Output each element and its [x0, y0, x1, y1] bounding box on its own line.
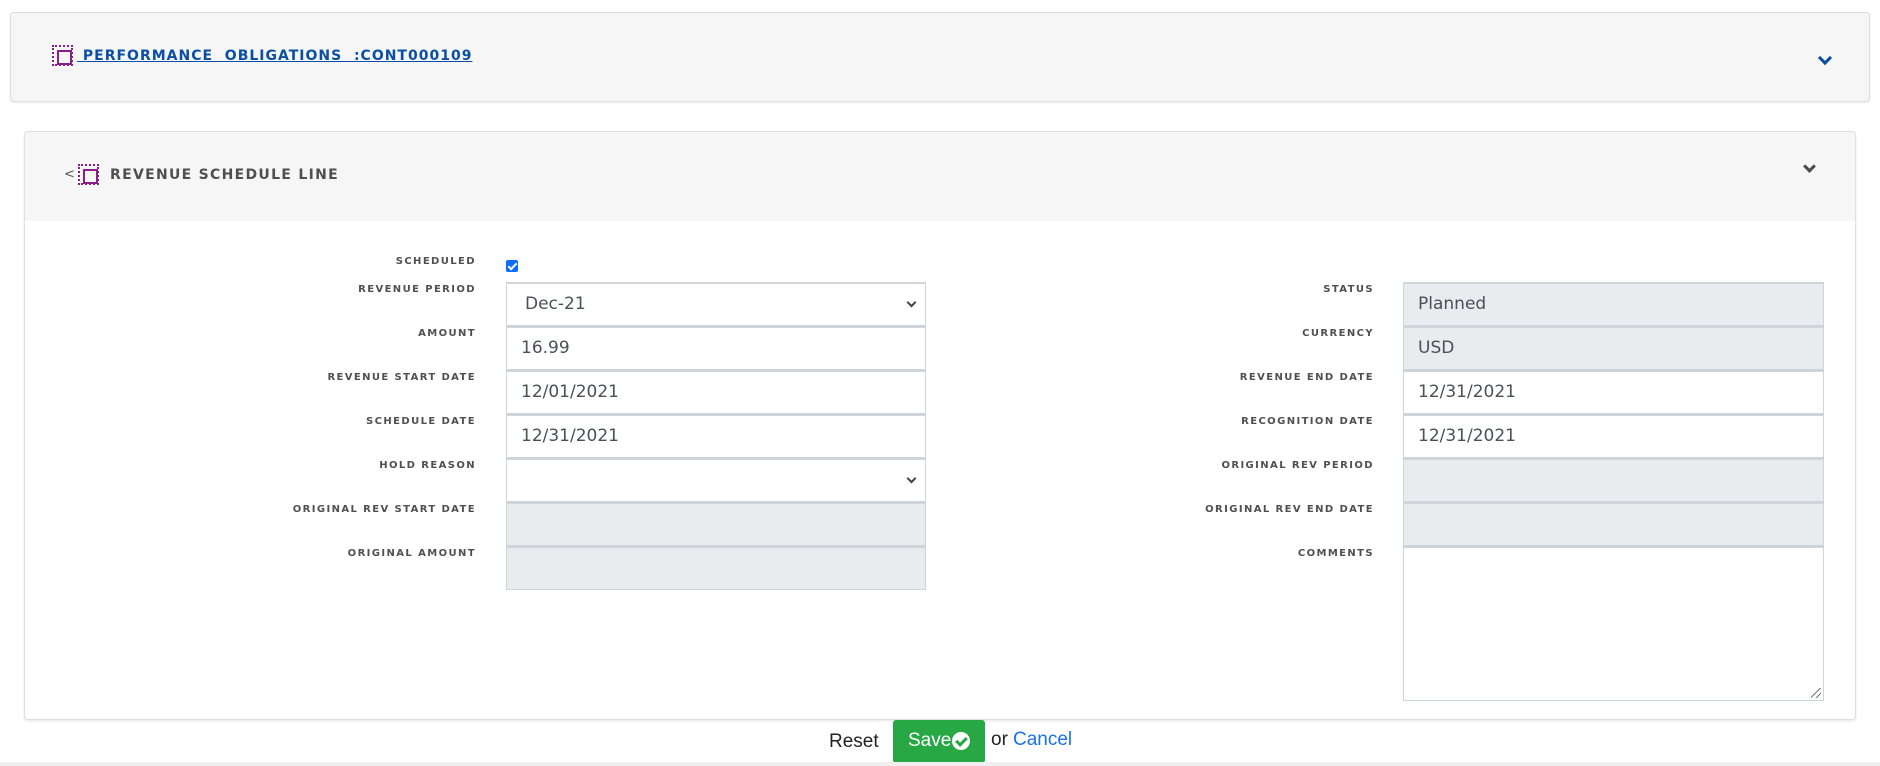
chevron-down-icon — [906, 473, 917, 484]
hold-reason-label: HOLD REASON — [379, 460, 476, 471]
original-rev-end-date-input — [1403, 502, 1824, 546]
or-text: or — [991, 729, 1008, 750]
original-amount-label: ORIGINAL AMOUNT — [347, 548, 476, 559]
resize-grip-icon[interactable] — [1811, 688, 1821, 698]
schedule-date-input[interactable]: 12/31/2021 — [506, 414, 926, 458]
hold-reason-select[interactable] — [506, 458, 926, 502]
original-rev-start-date-input — [506, 502, 926, 546]
revenue-period-select[interactable]: Dec-21 — [506, 282, 926, 326]
amount-label: AMOUNT — [418, 328, 476, 339]
original-rev-start-date-label: ORIGINAL REV START DATE — [292, 504, 476, 515]
original-rev-period-label: ORIGINAL REV PERIOD — [1221, 460, 1374, 471]
comments-label: COMMENTS — [1297, 548, 1374, 559]
original-amount-input — [506, 546, 926, 590]
revenue-start-date-input[interactable]: 12/01/2021 — [506, 370, 926, 414]
check-circle-icon — [952, 732, 970, 750]
comments-textarea[interactable] — [1403, 546, 1824, 701]
footer-divider — [0, 762, 1880, 766]
status-input: Planned — [1403, 282, 1824, 326]
chevron-down-icon — [906, 297, 917, 308]
currency-input: USD — [1403, 326, 1824, 370]
original-rev-end-date-label: ORIGINAL REV END DATE — [1205, 504, 1374, 515]
status-label: STATUS — [1323, 284, 1374, 295]
revenue-start-date-label: REVENUE START DATE — [327, 372, 476, 383]
scheduled-checkbox[interactable] — [506, 260, 518, 272]
performance-obligations-link[interactable]: PERFORMANCE OBLIGATIONS :CONT000109 — [77, 48, 472, 64]
panel-header: < REVENUE SCHEDULE LINE — [25, 132, 1855, 221]
revenue-period-value: Dec-21 — [525, 294, 586, 314]
save-label: Save — [908, 730, 952, 751]
revenue-end-date-label: REVENUE END DATE — [1239, 372, 1374, 383]
panel-title: REVENUE SCHEDULE LINE — [110, 167, 339, 183]
performance-obligations-panel: PERFORMANCE OBLIGATIONS :CONT000109 — [10, 12, 1870, 102]
amount-input[interactable]: 16.99 — [506, 326, 926, 370]
original-rev-period-input — [1403, 458, 1824, 502]
schedule-date-label: SCHEDULE DATE — [366, 416, 476, 427]
revenue-period-label: REVENUE PERIOD — [358, 284, 476, 295]
selection-box-icon — [78, 164, 99, 185]
chevron-down-icon[interactable] — [1803, 160, 1816, 173]
save-button[interactable]: Save — [893, 720, 985, 763]
reset-button[interactable]: Reset — [829, 731, 879, 753]
currency-label: CURRENCY — [1302, 328, 1374, 339]
revenue-end-date-input[interactable]: 12/31/2021 — [1403, 370, 1824, 414]
back-button[interactable]: < — [64, 167, 75, 182]
selection-box-icon — [52, 45, 73, 66]
scheduled-label: SCHEDULED — [395, 256, 476, 267]
cancel-link[interactable]: Cancel — [1013, 729, 1072, 751]
chevron-down-icon[interactable] — [1817, 50, 1833, 66]
recognition-date-label: RECOGNITION DATE — [1241, 416, 1374, 427]
recognition-date-input[interactable]: 12/31/2021 — [1403, 414, 1824, 458]
